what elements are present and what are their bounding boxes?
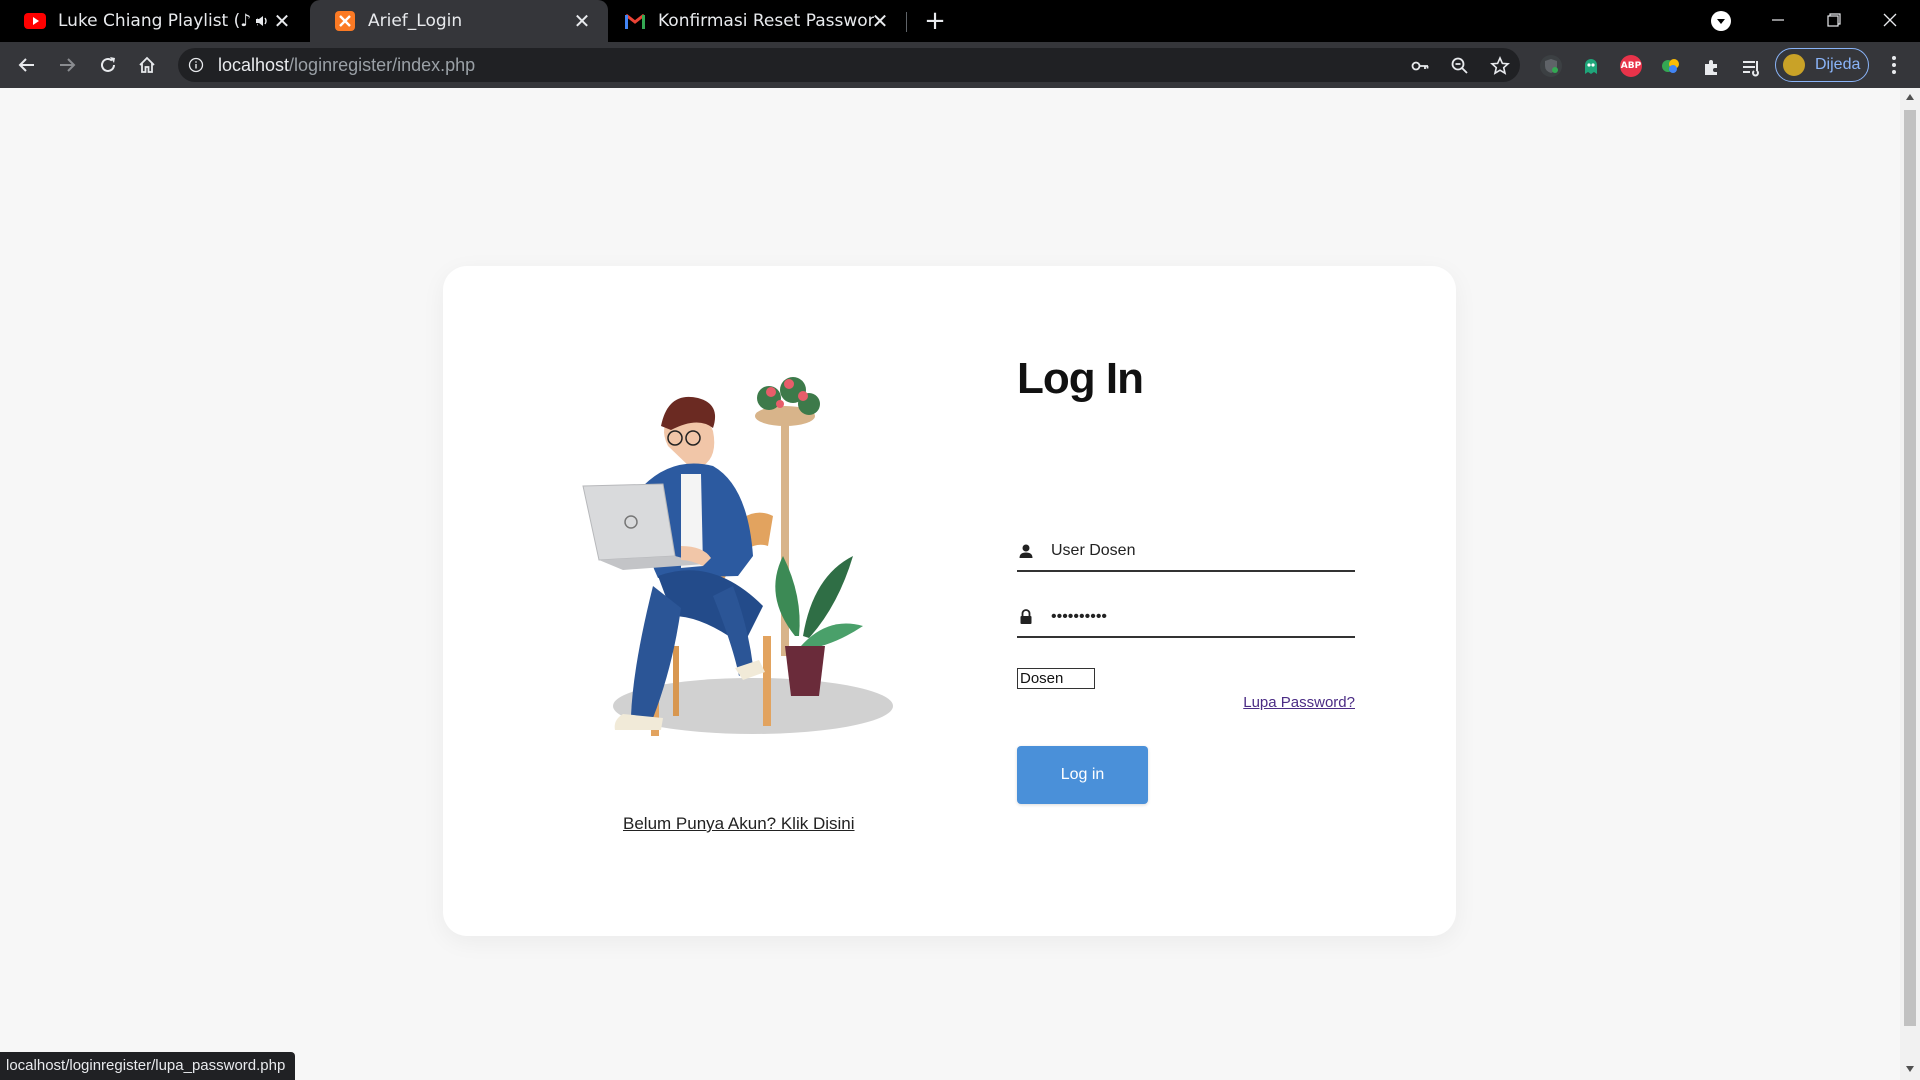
tab-separator xyxy=(906,12,907,32)
forgot-password-link[interactable]: Lupa Password? xyxy=(1243,694,1355,711)
reading-list-icon[interactable] xyxy=(1739,55,1763,79)
page-viewport: Belum Punya Akun? Klik Disini Log In Dos… xyxy=(0,88,1900,1080)
user-icon xyxy=(1017,542,1035,560)
close-tab-icon[interactable]: ✕ xyxy=(572,11,592,31)
extension-ghost-icon[interactable] xyxy=(1580,55,1602,77)
new-tab-button[interactable]: + xyxy=(922,8,948,35)
extension-colorful-icon[interactable] xyxy=(1660,55,1682,77)
link-status-url: localhost/loginregister/lupa_password.ph… xyxy=(0,1052,296,1080)
speaker-icon[interactable] xyxy=(254,13,270,34)
close-tab-icon[interactable]: ✕ xyxy=(272,11,292,31)
avatar xyxy=(1781,52,1807,78)
reload-button[interactable] xyxy=(96,53,120,77)
tab-youtube-playlist[interactable]: Luke Chiang Playlist (♪ songs ✕ xyxy=(0,0,308,42)
scroll-down-arrow-icon[interactable] xyxy=(1906,1066,1914,1072)
extension-shield-icon[interactable] xyxy=(1540,55,1562,77)
browser-tab-strip: Luke Chiang Playlist (♪ songs ✕ Arief_Lo… xyxy=(0,0,1920,42)
page-title: Log In xyxy=(1017,354,1144,403)
address-bar[interactable]: localhost/loginregister/index.php xyxy=(178,48,1520,82)
gmail-icon xyxy=(624,10,646,32)
username-field[interactable] xyxy=(1017,532,1355,572)
extensions-puzzle-icon[interactable] xyxy=(1700,55,1724,79)
xampp-icon xyxy=(334,10,356,32)
home-button[interactable] xyxy=(135,53,159,77)
profile-status-label: Dijeda xyxy=(1815,56,1861,73)
url-text: localhost/loginregister/index.php xyxy=(218,55,475,76)
site-info-icon[interactable] xyxy=(188,57,204,73)
youtube-icon xyxy=(24,10,46,32)
forward-button[interactable] xyxy=(55,53,79,77)
bookmark-star-icon[interactable] xyxy=(1490,56,1510,76)
key-icon[interactable] xyxy=(1410,56,1430,76)
tab-title: Arief_Login xyxy=(368,11,463,31)
url-host: localhost xyxy=(218,55,290,75)
close-window-button[interactable] xyxy=(1862,0,1918,40)
close-tab-icon[interactable]: ✕ xyxy=(870,11,890,31)
person-with-laptop-illustration xyxy=(563,346,903,756)
profile-paused-chip[interactable]: Dijeda xyxy=(1775,48,1869,82)
zoom-icon[interactable] xyxy=(1450,56,1470,76)
adblock-plus-icon[interactable]: ABP xyxy=(1620,55,1642,77)
browser-toolbar: localhost/loginregister/index.php ABP Di… xyxy=(0,42,1920,88)
tab-arief-login[interactable]: Arief_Login ✕ xyxy=(310,0,608,42)
browser-menu-icon[interactable] xyxy=(1884,54,1904,76)
restore-button[interactable] xyxy=(1806,0,1862,40)
username-input[interactable] xyxy=(1051,542,1341,560)
scroll-up-arrow-icon[interactable] xyxy=(1906,94,1914,100)
lock-icon xyxy=(1017,608,1035,626)
tab-gmail-reset[interactable]: Konfirmasi Reset Password - baih ✕ xyxy=(610,0,906,42)
tab-title: Luke Chiang Playlist (♪ songs xyxy=(58,11,258,31)
url-path: /loginregister/index.php xyxy=(289,55,476,75)
tab-title: Konfirmasi Reset Password - baih xyxy=(658,11,874,31)
tab-search-icon[interactable] xyxy=(1711,11,1731,31)
back-button[interactable] xyxy=(15,53,39,77)
password-input[interactable] xyxy=(1051,608,1341,626)
scrollbar-thumb[interactable] xyxy=(1904,110,1916,1026)
login-button[interactable]: Log in xyxy=(1017,746,1148,804)
password-field[interactable] xyxy=(1017,598,1355,638)
login-card: Belum Punya Akun? Klik Disini Log In Dos… xyxy=(443,266,1456,936)
role-select[interactable]: Dosen xyxy=(1017,668,1095,689)
page-scrollbar[interactable] xyxy=(1900,88,1920,1080)
minimize-button[interactable] xyxy=(1750,0,1806,40)
signup-link[interactable]: Belum Punya Akun? Klik Disini xyxy=(623,814,855,834)
